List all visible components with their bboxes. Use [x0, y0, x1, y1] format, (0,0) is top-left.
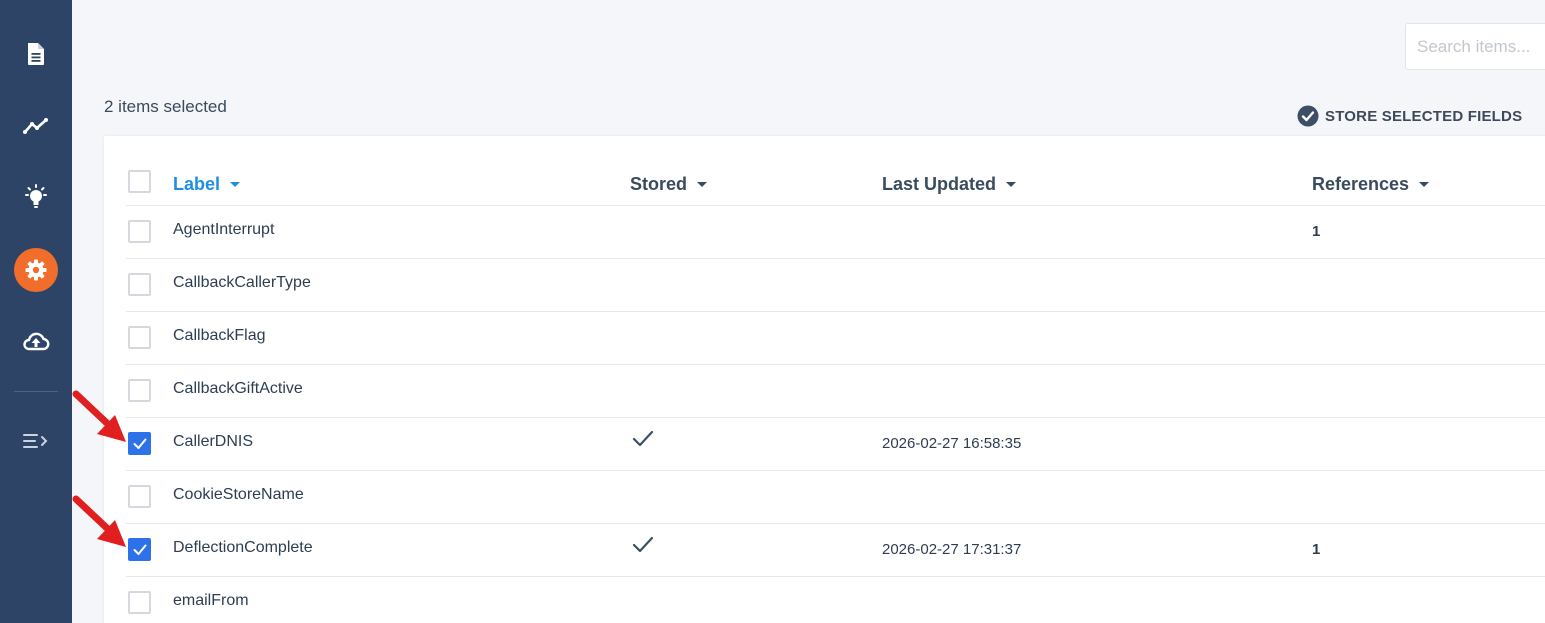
column-header-label-text: Label — [173, 174, 221, 194]
row-checkbox[interactable] — [128, 485, 151, 508]
table-row[interactable]: CallbackFlag — [126, 312, 1545, 365]
field-label: CallbackCallerType — [173, 274, 311, 291]
sort-caret-icon — [1419, 182, 1430, 187]
check-circle-icon — [1297, 105, 1319, 127]
row-checkbox[interactable] — [128, 591, 151, 614]
field-label: emailFrom — [173, 592, 249, 609]
table-header: Label Stored Last Updated References — [126, 160, 1545, 206]
references-count[interactable]: 1 — [1312, 541, 1320, 558]
field-label: CallbackFlag — [173, 327, 266, 344]
row-checkbox[interactable] — [128, 538, 151, 561]
field-label: CallbackGiftActive — [173, 380, 303, 397]
nav-settings[interactable] — [14, 248, 58, 292]
references-count[interactable]: 1 — [1312, 223, 1320, 240]
stored-check-icon — [632, 430, 654, 453]
sidebar-divider — [14, 391, 58, 392]
checkmark-icon — [133, 544, 146, 555]
nav-documents[interactable] — [14, 32, 58, 76]
sort-caret-icon — [230, 182, 241, 187]
sidebar — [0, 0, 72, 623]
store-button-label: STORE SELECTED FIELDS — [1325, 107, 1523, 125]
row-checkbox[interactable] — [128, 326, 151, 349]
expand-menu-icon — [23, 434, 48, 448]
table-body: AgentInterrupt 1 CallbackCallerType Callbac… — [126, 206, 1545, 623]
table-row[interactable]: DeflectionComplete 2026-02-27 17:31:37 1 — [126, 524, 1545, 577]
store-selected-fields-button[interactable]: STORE SELECTED FIELDS — [1297, 104, 1522, 128]
document-icon — [28, 43, 44, 65]
table-row[interactable]: CallbackCallerType — [126, 259, 1545, 312]
column-header-stored-text: Stored — [630, 174, 688, 194]
row-checkbox[interactable] — [128, 432, 151, 455]
column-header-label[interactable]: Label — [173, 174, 241, 195]
last-updated-value: 2026-02-27 17:31:37 — [882, 541, 1022, 558]
field-label: CookieStoreName — [173, 486, 304, 503]
fields-table: Label Stored Last Updated References Age… — [126, 160, 1545, 623]
gear-icon — [25, 259, 47, 281]
column-header-last-updated-text: Last Updated — [882, 174, 997, 194]
fields-table-panel: Label Stored Last Updated References Age… — [104, 136, 1545, 623]
lightbulb-icon — [25, 184, 47, 208]
row-checkbox[interactable] — [128, 220, 151, 243]
app: 2 items selected STORE SELECTED FIELDS L… — [0, 0, 1545, 623]
select-all-checkbox[interactable] — [128, 170, 151, 193]
field-label: CallerDNIS — [173, 433, 254, 450]
table-row[interactable]: CookieStoreName — [126, 471, 1545, 524]
nav-insights[interactable] — [14, 175, 58, 219]
checkmark-icon — [133, 438, 146, 449]
sort-caret-icon — [697, 182, 708, 187]
stored-check-icon — [632, 536, 654, 559]
table-row[interactable]: AgentInterrupt 1 — [126, 206, 1545, 259]
field-label: DeflectionComplete — [173, 539, 313, 556]
selected-count: 2 items selected — [104, 97, 227, 116]
row-checkbox[interactable] — [128, 273, 151, 296]
search-input[interactable] — [1405, 23, 1545, 70]
column-header-last-updated[interactable]: Last Updated — [882, 174, 1017, 195]
table-row[interactable]: CallbackGiftActive — [126, 365, 1545, 418]
analytics-icon — [23, 118, 48, 134]
field-label: AgentInterrupt — [173, 221, 275, 238]
table-row[interactable]: emailFrom — [126, 577, 1545, 623]
column-header-references-text: References — [1312, 174, 1410, 194]
cloud-upload-icon — [23, 332, 50, 351]
sort-caret-icon — [1006, 182, 1017, 187]
nav-analytics[interactable] — [14, 104, 58, 148]
nav-expand[interactable] — [14, 419, 58, 463]
row-checkbox[interactable] — [128, 379, 151, 402]
table-row[interactable]: CallerDNIS 2026-02-27 16:58:35 — [126, 418, 1545, 471]
last-updated-value: 2026-02-27 16:58:35 — [882, 435, 1022, 452]
column-header-references[interactable]: References — [1312, 174, 1430, 195]
column-header-stored[interactable]: Stored — [630, 174, 708, 195]
nav-upload[interactable] — [14, 319, 58, 363]
